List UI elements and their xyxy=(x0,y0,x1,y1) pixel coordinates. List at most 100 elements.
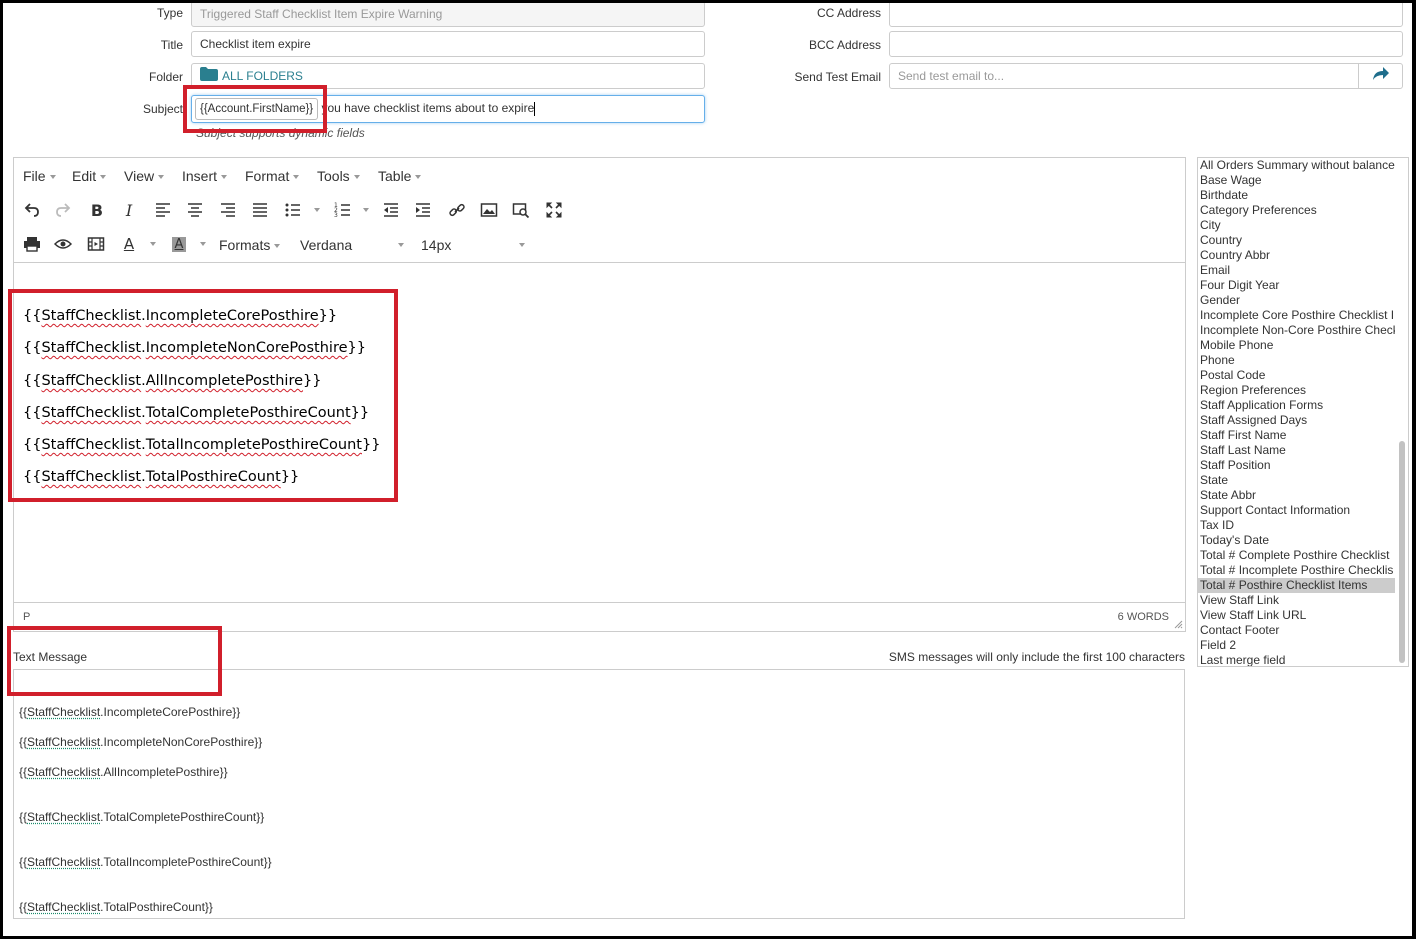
merge-field-option[interactable]: View Staff Link URL xyxy=(1198,608,1395,623)
highlight-editor-content xyxy=(8,289,398,502)
cc-address-field[interactable] xyxy=(889,0,1403,27)
merge-field-option[interactable]: Country xyxy=(1198,233,1395,248)
merge-field-option[interactable]: Incomplete Non-Core Posthire Check xyxy=(1198,323,1395,338)
italic-icon[interactable]: I xyxy=(119,200,139,220)
menu-format[interactable]: Format xyxy=(245,168,300,184)
svg-text:3: 3 xyxy=(334,212,338,219)
menu-tools[interactable]: Tools xyxy=(317,168,360,184)
merge-field-option[interactable]: Contact Footer xyxy=(1198,623,1395,638)
merge-field-option[interactable]: Four Digit Year xyxy=(1198,278,1395,293)
sms-textarea[interactable]: {{StaffChecklist.IncompleteCorePosthire}… xyxy=(13,669,1185,919)
font-size-select[interactable]: 14px xyxy=(421,237,525,253)
merge-field-option[interactable]: Support Contact Information xyxy=(1198,503,1395,518)
fullscreen-icon[interactable] xyxy=(544,200,564,220)
highlight-subject-token xyxy=(183,85,327,133)
merge-field-option[interactable]: City xyxy=(1198,218,1395,233)
merge-field-option[interactable]: Staff First Name xyxy=(1198,428,1395,443)
merge-field-option[interactable]: Staff Last Name xyxy=(1198,443,1395,458)
merge-field-option[interactable]: State Abbr xyxy=(1198,488,1395,503)
resize-handle[interactable] xyxy=(1174,620,1183,629)
redo-icon[interactable] xyxy=(53,200,73,220)
merge-field-option[interactable]: Total # Incomplete Posthire Checklis xyxy=(1198,563,1395,578)
formats-dropdown[interactable]: Formats xyxy=(219,237,281,253)
background-color-icon[interactable]: A xyxy=(169,234,189,254)
align-justify-icon[interactable] xyxy=(250,200,270,220)
merge-field-option[interactable]: Base Wage xyxy=(1198,173,1395,188)
preview-eye-icon[interactable] xyxy=(53,234,73,254)
merge-field-option[interactable]: Category Preferences xyxy=(1198,203,1395,218)
merge-field-option[interactable]: Region Preferences xyxy=(1198,383,1395,398)
merge-list-scroll-thumb[interactable] xyxy=(1399,441,1405,663)
sms-merge-line: {{StaffChecklist.IncompleteCorePosthire}… xyxy=(19,705,241,719)
menu-view[interactable]: View xyxy=(124,168,165,184)
merge-field-option[interactable]: Staff Application Forms xyxy=(1198,398,1395,413)
align-center-icon[interactable] xyxy=(185,200,205,220)
merge-field-option[interactable]: Staff Position xyxy=(1198,458,1395,473)
subject-label: Subject xyxy=(142,102,183,116)
merge-field-option[interactable]: Last merge field xyxy=(1198,653,1395,666)
bullet-list-icon[interactable] xyxy=(283,200,303,220)
align-left-icon[interactable] xyxy=(153,200,173,220)
indent-icon[interactable] xyxy=(413,200,433,220)
merge-field-option[interactable]: Phone xyxy=(1198,353,1395,368)
sms-note: SMS messages will only include the first… xyxy=(888,650,1185,664)
merge-field-option[interactable]: Total # Posthire Checklist Items xyxy=(1198,578,1395,593)
cc-label: CC Address xyxy=(816,6,881,20)
highlight-sms-label xyxy=(7,626,222,696)
merge-field-option[interactable]: Total # Complete Posthire Checklist xyxy=(1198,548,1395,563)
align-right-icon[interactable] xyxy=(218,200,238,220)
word-count: 6 WORDS xyxy=(1117,611,1169,623)
merge-field-option[interactable]: Birthdate xyxy=(1198,188,1395,203)
merge-field-option[interactable]: Gender xyxy=(1198,293,1395,308)
image-icon[interactable] xyxy=(479,200,499,220)
merge-field-option[interactable]: Staff Assigned Days xyxy=(1198,413,1395,428)
test-email-label: Send Test Email xyxy=(794,70,882,84)
bullet-list-dropdown-icon[interactable] xyxy=(310,200,320,220)
menu-insert[interactable]: Insert xyxy=(182,168,228,184)
merge-field-option[interactable]: Incomplete Core Posthire Checklist I xyxy=(1198,308,1395,323)
bcc-address-field[interactable] xyxy=(889,31,1403,57)
type-label: Type xyxy=(156,6,183,20)
subject-text: you have checklist items about to expire xyxy=(318,101,535,115)
sms-merge-line: {{StaffChecklist.TotalPosthireCount}} xyxy=(19,900,213,914)
share-arrow-icon xyxy=(1372,66,1389,86)
numbered-list-dropdown-icon[interactable] xyxy=(359,200,369,220)
title-field[interactable]: Checklist item expire xyxy=(191,31,705,57)
sms-merge-line: {{StaffChecklist.AllIncompletePosthire}} xyxy=(19,765,228,779)
merge-list-scrollbar[interactable] xyxy=(1396,158,1406,666)
link-icon[interactable] xyxy=(447,200,467,220)
toolbar-divider xyxy=(14,262,1185,263)
send-test-button[interactable] xyxy=(1358,63,1403,89)
folder-label: Folder xyxy=(148,70,183,84)
merge-field-option[interactable]: Tax ID xyxy=(1198,518,1395,533)
outdent-icon[interactable] xyxy=(381,200,401,220)
merge-field-option[interactable]: View Staff Link xyxy=(1198,593,1395,608)
menu-table[interactable]: Table xyxy=(378,168,422,184)
print-icon[interactable] xyxy=(22,234,42,254)
merge-field-option[interactable]: Email xyxy=(1198,263,1395,278)
merge-field-option[interactable]: Country Abbr xyxy=(1198,248,1395,263)
text-color-dropdown-icon[interactable] xyxy=(146,234,156,254)
test-email-input[interactable]: Send test email to... xyxy=(889,63,1359,89)
sms-merge-line: {{StaffChecklist.IncompleteNonCorePosthi… xyxy=(19,735,263,749)
menu-file[interactable]: File xyxy=(23,168,56,184)
undo-icon[interactable] xyxy=(22,200,42,220)
merge-field-list[interactable]: All Orders Summary without balance Base W… xyxy=(1197,157,1409,667)
find-replace-icon[interactable] xyxy=(511,200,531,220)
merge-field-option[interactable]: Field 2 xyxy=(1198,638,1395,653)
media-icon[interactable] xyxy=(86,234,106,254)
sms-merge-line: {{StaffChecklist.TotalIncompletePosthire… xyxy=(19,855,272,869)
merge-field-option[interactable]: Mobile Phone xyxy=(1198,338,1395,353)
background-color-dropdown-icon[interactable] xyxy=(196,234,206,254)
type-field: Triggered Staff Checklist Item Expire Wa… xyxy=(191,1,705,27)
merge-field-option[interactable]: Postal Code xyxy=(1198,368,1395,383)
merge-field-items: All Orders Summary without balance Base W… xyxy=(1198,158,1408,666)
bold-icon[interactable]: B xyxy=(87,200,107,220)
text-color-icon[interactable]: A xyxy=(119,234,139,254)
merge-field-option[interactable]: State xyxy=(1198,473,1395,488)
numbered-list-icon[interactable]: 123 xyxy=(333,200,353,220)
merge-field-option[interactable]: All Orders Summary without balance xyxy=(1198,158,1395,173)
merge-field-option[interactable]: Today's Date xyxy=(1198,533,1395,548)
font-family-select[interactable]: Verdana xyxy=(300,237,404,253)
menu-edit[interactable]: Edit xyxy=(72,168,107,184)
